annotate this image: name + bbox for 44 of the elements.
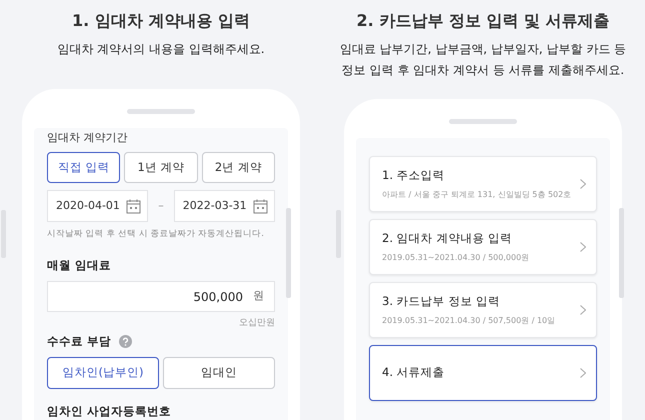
rent-input[interactable]: 500,000 원 — [47, 281, 275, 312]
step-title: 3. 카드납부 정보 입력 — [382, 293, 501, 310]
chevron-right-icon — [580, 368, 586, 378]
field-label: 임차인 사업자등록번호 — [47, 402, 172, 420]
calendar-icon — [126, 198, 142, 214]
option-button[interactable]: 임대인 — [163, 356, 275, 389]
period-tab[interactable]: 직접 입력 — [47, 152, 120, 183]
chevron-right-icon — [580, 305, 586, 315]
option-button[interactable]: 임차인(납부인) — [47, 356, 159, 389]
date-separator: – — [158, 198, 164, 214]
date-field[interactable]: 2022-03-31 — [174, 190, 275, 222]
description-text: 정보 입력 후 임대차 계약서 등 서류를 제출해주세요. — [340, 62, 626, 79]
field-label: 임대차 계약기간 — [47, 130, 128, 146]
description-text: 임대료 납부기간, 납부금액, 납부일자, 납부할 카드 등 — [340, 41, 626, 58]
step-card[interactable]: 2. 임대차 계약내용 입력 2019.05.31~2021.04.30 / 500,000원 — [369, 219, 597, 275]
date-value: 2020-04-01 — [56, 198, 120, 214]
section-heading: 1. 임대차 계약내용 입력 — [72, 10, 250, 32]
description-text: 임대차 계약서의 내용을 입력해주세요. — [57, 41, 265, 58]
date-field[interactable]: 2020-04-01 — [47, 190, 148, 222]
input-value: 500,000 — [193, 288, 243, 306]
section-heading: 2. 카드납부 정보 입력 및 서류제출 — [356, 10, 610, 32]
date-value: 2022-03-31 — [182, 198, 247, 214]
calendar-icon — [253, 198, 268, 214]
amount-words: 오십만원 — [239, 317, 275, 330]
phone-notch — [127, 108, 195, 114]
period-tab[interactable]: 1년 계약 — [124, 152, 198, 183]
help-icon — [119, 334, 132, 348]
step-detail: 2019.05.31~2021.04.30 / 500,000원 — [382, 252, 530, 264]
chevron-right-icon — [580, 242, 586, 252]
step-card[interactable]: 3. 카드납부 정보 입력 2019.05.31~2021.04.30 / 507,500원 / 10일 — [369, 282, 597, 338]
step-card[interactable]: 1. 주소입력 아파트 / 서울 중구 퇴계로 131, 신일빌딩 5층 502호 — [369, 156, 597, 212]
phone-notch — [449, 119, 517, 124]
unit-text: 원 — [253, 288, 264, 304]
hint-text: 시작날짜 입력 후 선택 시 종료날짜가 자동계산됩니다. — [47, 228, 265, 241]
step-detail: 아파트 / 서울 중구 퇴계로 131, 신일빌딩 5층 502호 — [382, 188, 572, 201]
period-tab[interactable]: 2년 계약 — [202, 152, 275, 183]
chevron-right-icon — [580, 179, 586, 189]
field-label: 수수료 부담 — [47, 332, 112, 350]
step-detail: 2019.05.31~2021.04.30 / 507,500원 / 10일 — [382, 314, 556, 327]
field-label: 매월 임대료 — [47, 256, 112, 274]
step-title: 2. 임대차 계약내용 입력 — [382, 230, 513, 248]
step-card[interactable]: 4. 서류제출 — [369, 345, 597, 401]
step-title: 4. 서류제출 — [382, 364, 445, 382]
step-title: 1. 주소입력 — [382, 167, 446, 184]
